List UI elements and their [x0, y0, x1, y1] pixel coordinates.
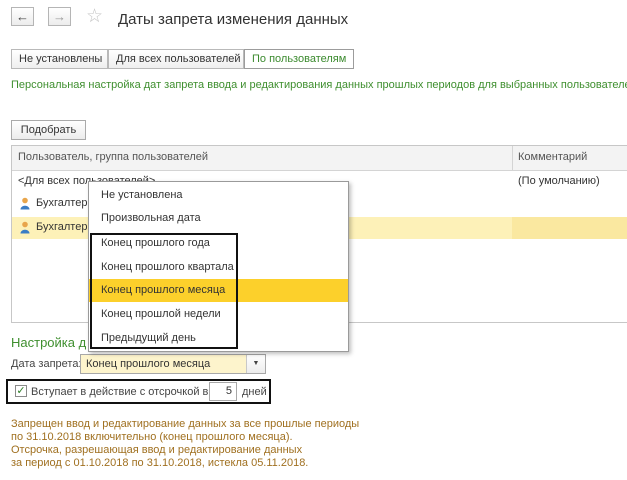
delay-checkbox[interactable]: ✓ — [15, 385, 27, 397]
delay-label: Вступает в действие с отсрочкой в — [31, 386, 209, 398]
page-title: Даты запрета изменения данных — [118, 11, 349, 28]
date-label: Дата запрета: — [11, 358, 82, 370]
highlight-frame-options — [90, 233, 238, 349]
arrow-right-icon: → — [53, 9, 66, 24]
delay-unit-label: дней — [242, 386, 267, 398]
date-select-value: Конец прошлого месяца — [86, 358, 211, 370]
user-cell: Бухгалтер — [36, 221, 88, 233]
person-icon — [20, 197, 30, 210]
option-custom-date[interactable]: Произвольная дата — [89, 207, 348, 230]
forward-button[interactable]: → — [48, 7, 71, 26]
favorite-star-icon[interactable]: ☆ — [86, 5, 103, 28]
note-line: по 31.10.2018 включительно (конец прошло… — [11, 431, 293, 443]
comment-cell: (По умолчанию) — [518, 175, 600, 187]
column-divider[interactable] — [512, 146, 513, 170]
pick-button[interactable]: Подобрать — [11, 120, 86, 140]
option-not-set[interactable]: Не установлена — [89, 184, 348, 207]
back-button[interactable]: ← — [11, 7, 34, 26]
column-header-comment[interactable]: Комментарий — [518, 151, 587, 163]
info-text: Персональная настройка дат запрета ввода… — [11, 79, 627, 91]
dropdown-arrow-icon[interactable]: ▼ — [246, 355, 265, 373]
person-icon — [20, 221, 30, 234]
date-select[interactable]: Конец прошлого месяца ▼ — [80, 354, 266, 374]
comment-cell — [512, 217, 627, 239]
note-line: Запрещен ввод и редактирование данных за… — [11, 418, 360, 430]
user-cell: Бухгалтер — [36, 197, 88, 209]
note-line: за период с 01.10.2018 по 31.10.2018, ис… — [11, 457, 309, 469]
delay-days-input[interactable]: 5 — [209, 382, 237, 401]
table-header: Пользователь, группа пользователей Комме… — [12, 146, 627, 171]
settings-heading: Настройка д — [11, 335, 87, 350]
tab-not-set[interactable]: Не установлены — [11, 49, 108, 69]
note-line: Отсрочка, разрешающая ввод и редактирова… — [11, 444, 303, 456]
tab-all-users[interactable]: Для всех пользователей — [108, 49, 244, 69]
arrow-left-icon: ← — [16, 9, 29, 24]
tab-by-users[interactable]: По пользователям — [244, 49, 354, 69]
column-header-user[interactable]: Пользователь, группа пользователей — [18, 151, 208, 163]
